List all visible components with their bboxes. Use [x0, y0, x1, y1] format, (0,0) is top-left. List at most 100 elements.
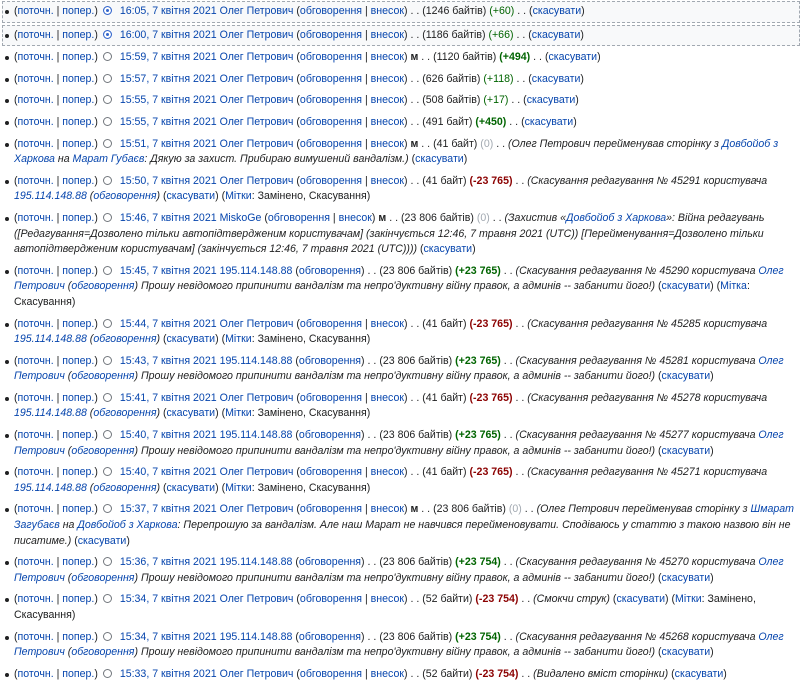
prev-link[interactable]: попер.: [62, 556, 94, 568]
user-contribs-link[interactable]: внесок: [371, 503, 404, 515]
prev-link[interactable]: попер.: [62, 392, 94, 404]
prev-link[interactable]: попер.: [62, 5, 94, 17]
undo-link[interactable]: скасувати: [424, 243, 473, 255]
user-link[interactable]: 195.114.148.88: [220, 265, 293, 277]
cur-link[interactable]: поточн.: [18, 631, 54, 643]
cur-link[interactable]: поточн.: [18, 392, 54, 404]
revision-date-link[interactable]: 16:00, 7 квітня 2021: [120, 29, 217, 41]
revision-date-link[interactable]: 15:36, 7 квітня 2021: [120, 556, 217, 568]
revision-date-link[interactable]: 15:50, 7 квітня 2021: [120, 175, 217, 187]
diff-radio[interactable]: [102, 116, 112, 126]
undo-link[interactable]: скасувати: [525, 116, 574, 128]
cur-link[interactable]: поточн.: [18, 94, 54, 106]
diff-radio[interactable]: [102, 355, 112, 365]
summary-talk-link[interactable]: обговорення: [93, 190, 156, 202]
cur-link[interactable]: поточн.: [18, 466, 54, 478]
tags-link[interactable]: Мітки: [225, 482, 252, 494]
tags-link[interactable]: Мітки: [675, 593, 702, 605]
cur-link[interactable]: поточн.: [18, 265, 54, 277]
user-talk-link[interactable]: обговорення: [300, 29, 362, 41]
tags-link[interactable]: Мітка: [720, 280, 747, 292]
user-link[interactable]: Олег Петрович: [220, 593, 294, 605]
cur-link[interactable]: поточн.: [18, 212, 54, 224]
prev-link[interactable]: попер.: [62, 116, 94, 128]
undo-link[interactable]: скасувати: [167, 482, 216, 494]
user-link[interactable]: MiskoGe: [220, 212, 262, 224]
revision-date-link[interactable]: 15:40, 7 квітня 2021: [120, 429, 217, 441]
prev-link[interactable]: попер.: [62, 29, 94, 41]
summary-talk-link[interactable]: обговорення: [71, 445, 134, 457]
user-link[interactable]: 195.114.148.88: [220, 355, 293, 367]
user-talk-link[interactable]: обговорення: [300, 392, 362, 404]
diff-radio[interactable]: [102, 265, 112, 275]
prev-link[interactable]: попер.: [62, 318, 94, 330]
revision-date-link[interactable]: 15:41, 7 квітня 2021: [120, 392, 217, 404]
user-talk-link[interactable]: обговорення: [300, 593, 362, 605]
user-contribs-link[interactable]: внесок: [371, 392, 404, 404]
summary-link[interactable]: 195.114.148.88: [14, 333, 87, 345]
undo-link[interactable]: скасувати: [167, 407, 216, 419]
user-contribs-link[interactable]: внесок: [371, 51, 404, 63]
summary-talk-link[interactable]: обговорення: [71, 646, 134, 658]
diff-radio[interactable]: [102, 668, 112, 678]
undo-link[interactable]: скасувати: [662, 370, 711, 382]
cur-link[interactable]: поточн.: [18, 116, 54, 128]
user-talk-link[interactable]: обговорення: [300, 138, 362, 150]
user-contribs-link[interactable]: внесок: [339, 212, 372, 224]
summary-link[interactable]: Довбойоб з Харкова: [77, 519, 177, 531]
prev-link[interactable]: попер.: [62, 51, 94, 63]
user-talk-link[interactable]: обговорення: [268, 212, 330, 224]
diff-radio[interactable]: [102, 430, 112, 440]
cur-link[interactable]: поточн.: [18, 51, 54, 63]
user-contribs-link[interactable]: внесок: [371, 116, 404, 128]
prev-link[interactable]: попер.: [62, 138, 94, 150]
prev-link[interactable]: попер.: [62, 212, 94, 224]
prev-link[interactable]: попер.: [62, 466, 94, 478]
user-contribs-link[interactable]: внесок: [371, 29, 404, 41]
diff-radio[interactable]: [102, 467, 112, 477]
undo-link[interactable]: скасувати: [548, 51, 597, 63]
cur-link[interactable]: поточн.: [18, 556, 54, 568]
prev-link[interactable]: попер.: [62, 593, 94, 605]
undo-link[interactable]: скасувати: [415, 153, 464, 165]
revision-date-link[interactable]: 15:57, 7 квітня 2021: [120, 73, 217, 85]
user-talk-link[interactable]: обговорення: [299, 355, 361, 367]
diff-radio[interactable]: [102, 175, 112, 185]
revision-date-link[interactable]: 15:59, 7 квітня 2021: [120, 51, 217, 63]
cur-link[interactable]: поточн.: [18, 29, 54, 41]
undo-link[interactable]: скасувати: [662, 646, 711, 658]
diff-radio[interactable]: [102, 95, 112, 105]
diff-radio[interactable]: [102, 557, 112, 567]
user-link[interactable]: Олег Петрович: [220, 503, 294, 515]
user-link[interactable]: Олег Петрович: [220, 5, 294, 17]
user-talk-link[interactable]: обговорення: [300, 116, 362, 128]
user-talk-link[interactable]: обговорення: [300, 5, 362, 17]
user-talk-link[interactable]: обговорення: [300, 94, 362, 106]
user-contribs-link[interactable]: внесок: [371, 175, 404, 187]
revision-date-link[interactable]: 15:55, 7 квітня 2021: [120, 116, 217, 128]
diff-radio[interactable]: [102, 6, 112, 15]
user-talk-link[interactable]: обговорення: [300, 318, 362, 330]
cur-link[interactable]: поточн.: [18, 5, 54, 17]
diff-radio[interactable]: [102, 631, 112, 641]
tags-link[interactable]: Мітки: [225, 407, 252, 419]
user-link[interactable]: Олег Петрович: [220, 392, 294, 404]
diff-radio[interactable]: [102, 392, 112, 402]
undo-link[interactable]: скасувати: [662, 572, 711, 584]
undo-link[interactable]: скасувати: [662, 280, 711, 292]
prev-link[interactable]: попер.: [62, 175, 94, 187]
summary-talk-link[interactable]: обговорення: [71, 370, 134, 382]
revision-date-link[interactable]: 15:55, 7 квітня 2021: [120, 94, 217, 106]
undo-link[interactable]: скасувати: [616, 593, 665, 605]
user-link[interactable]: Олег Петрович: [220, 29, 294, 41]
diff-radio[interactable]: [102, 29, 112, 39]
summary-talk-link[interactable]: обговорення: [71, 280, 134, 292]
revision-date-link[interactable]: 15:37, 7 квітня 2021: [120, 503, 217, 515]
diff-radio[interactable]: [102, 594, 112, 604]
summary-link[interactable]: 195.114.148.88: [14, 190, 87, 202]
revision-date-link[interactable]: 15:51, 7 квітня 2021: [120, 138, 217, 150]
revision-date-link[interactable]: 15:33, 7 квітня 2021: [120, 668, 217, 680]
diff-radio[interactable]: [102, 212, 112, 222]
undo-link[interactable]: скасувати: [167, 190, 216, 202]
cur-link[interactable]: поточн.: [18, 318, 54, 330]
